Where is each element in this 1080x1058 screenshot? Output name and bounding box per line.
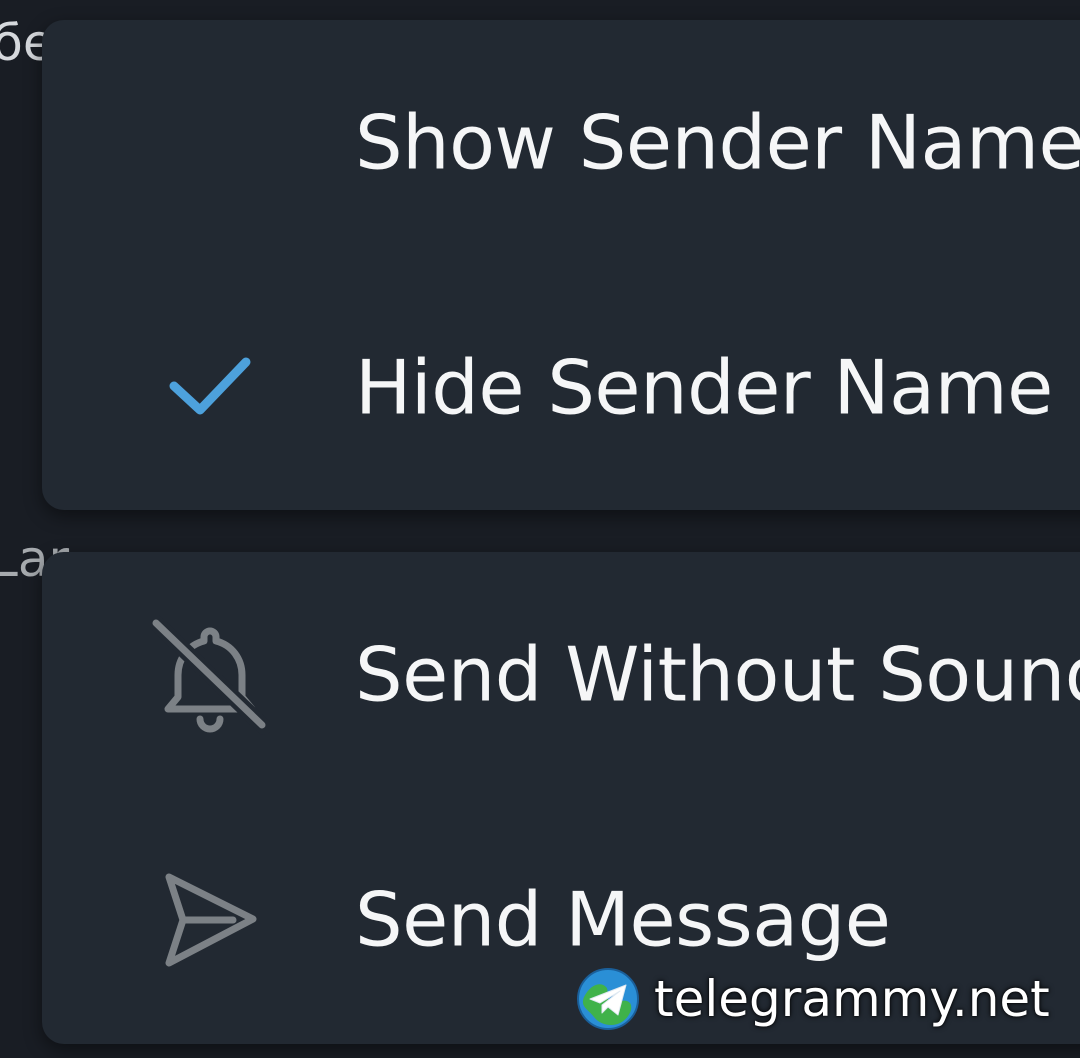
sender-name-menu: Show Sender Name Hide Sender Name xyxy=(42,20,1080,510)
send-icon xyxy=(150,860,270,980)
menu-item-label: Send Without Sound xyxy=(355,630,1080,718)
menu-item-hide-sender-name[interactable]: Hide Sender Name xyxy=(42,265,1080,510)
menu-item-label: Send Message xyxy=(355,875,891,963)
menu-item-show-sender-name[interactable]: Show Sender Name xyxy=(42,20,1080,265)
watermark: telegrammy.net xyxy=(576,964,1050,1034)
menu-item-send-without-sound[interactable]: Send Without Sound xyxy=(42,552,1080,797)
telegram-globe-logo-icon xyxy=(577,968,639,1030)
watermark-text: telegrammy.net xyxy=(654,970,1050,1028)
bell-off-icon xyxy=(150,614,270,735)
menu-item-label: Hide Sender Name xyxy=(355,343,1053,431)
checkmark-icon xyxy=(150,328,270,448)
menu-item-label: Show Sender Name xyxy=(355,98,1080,186)
